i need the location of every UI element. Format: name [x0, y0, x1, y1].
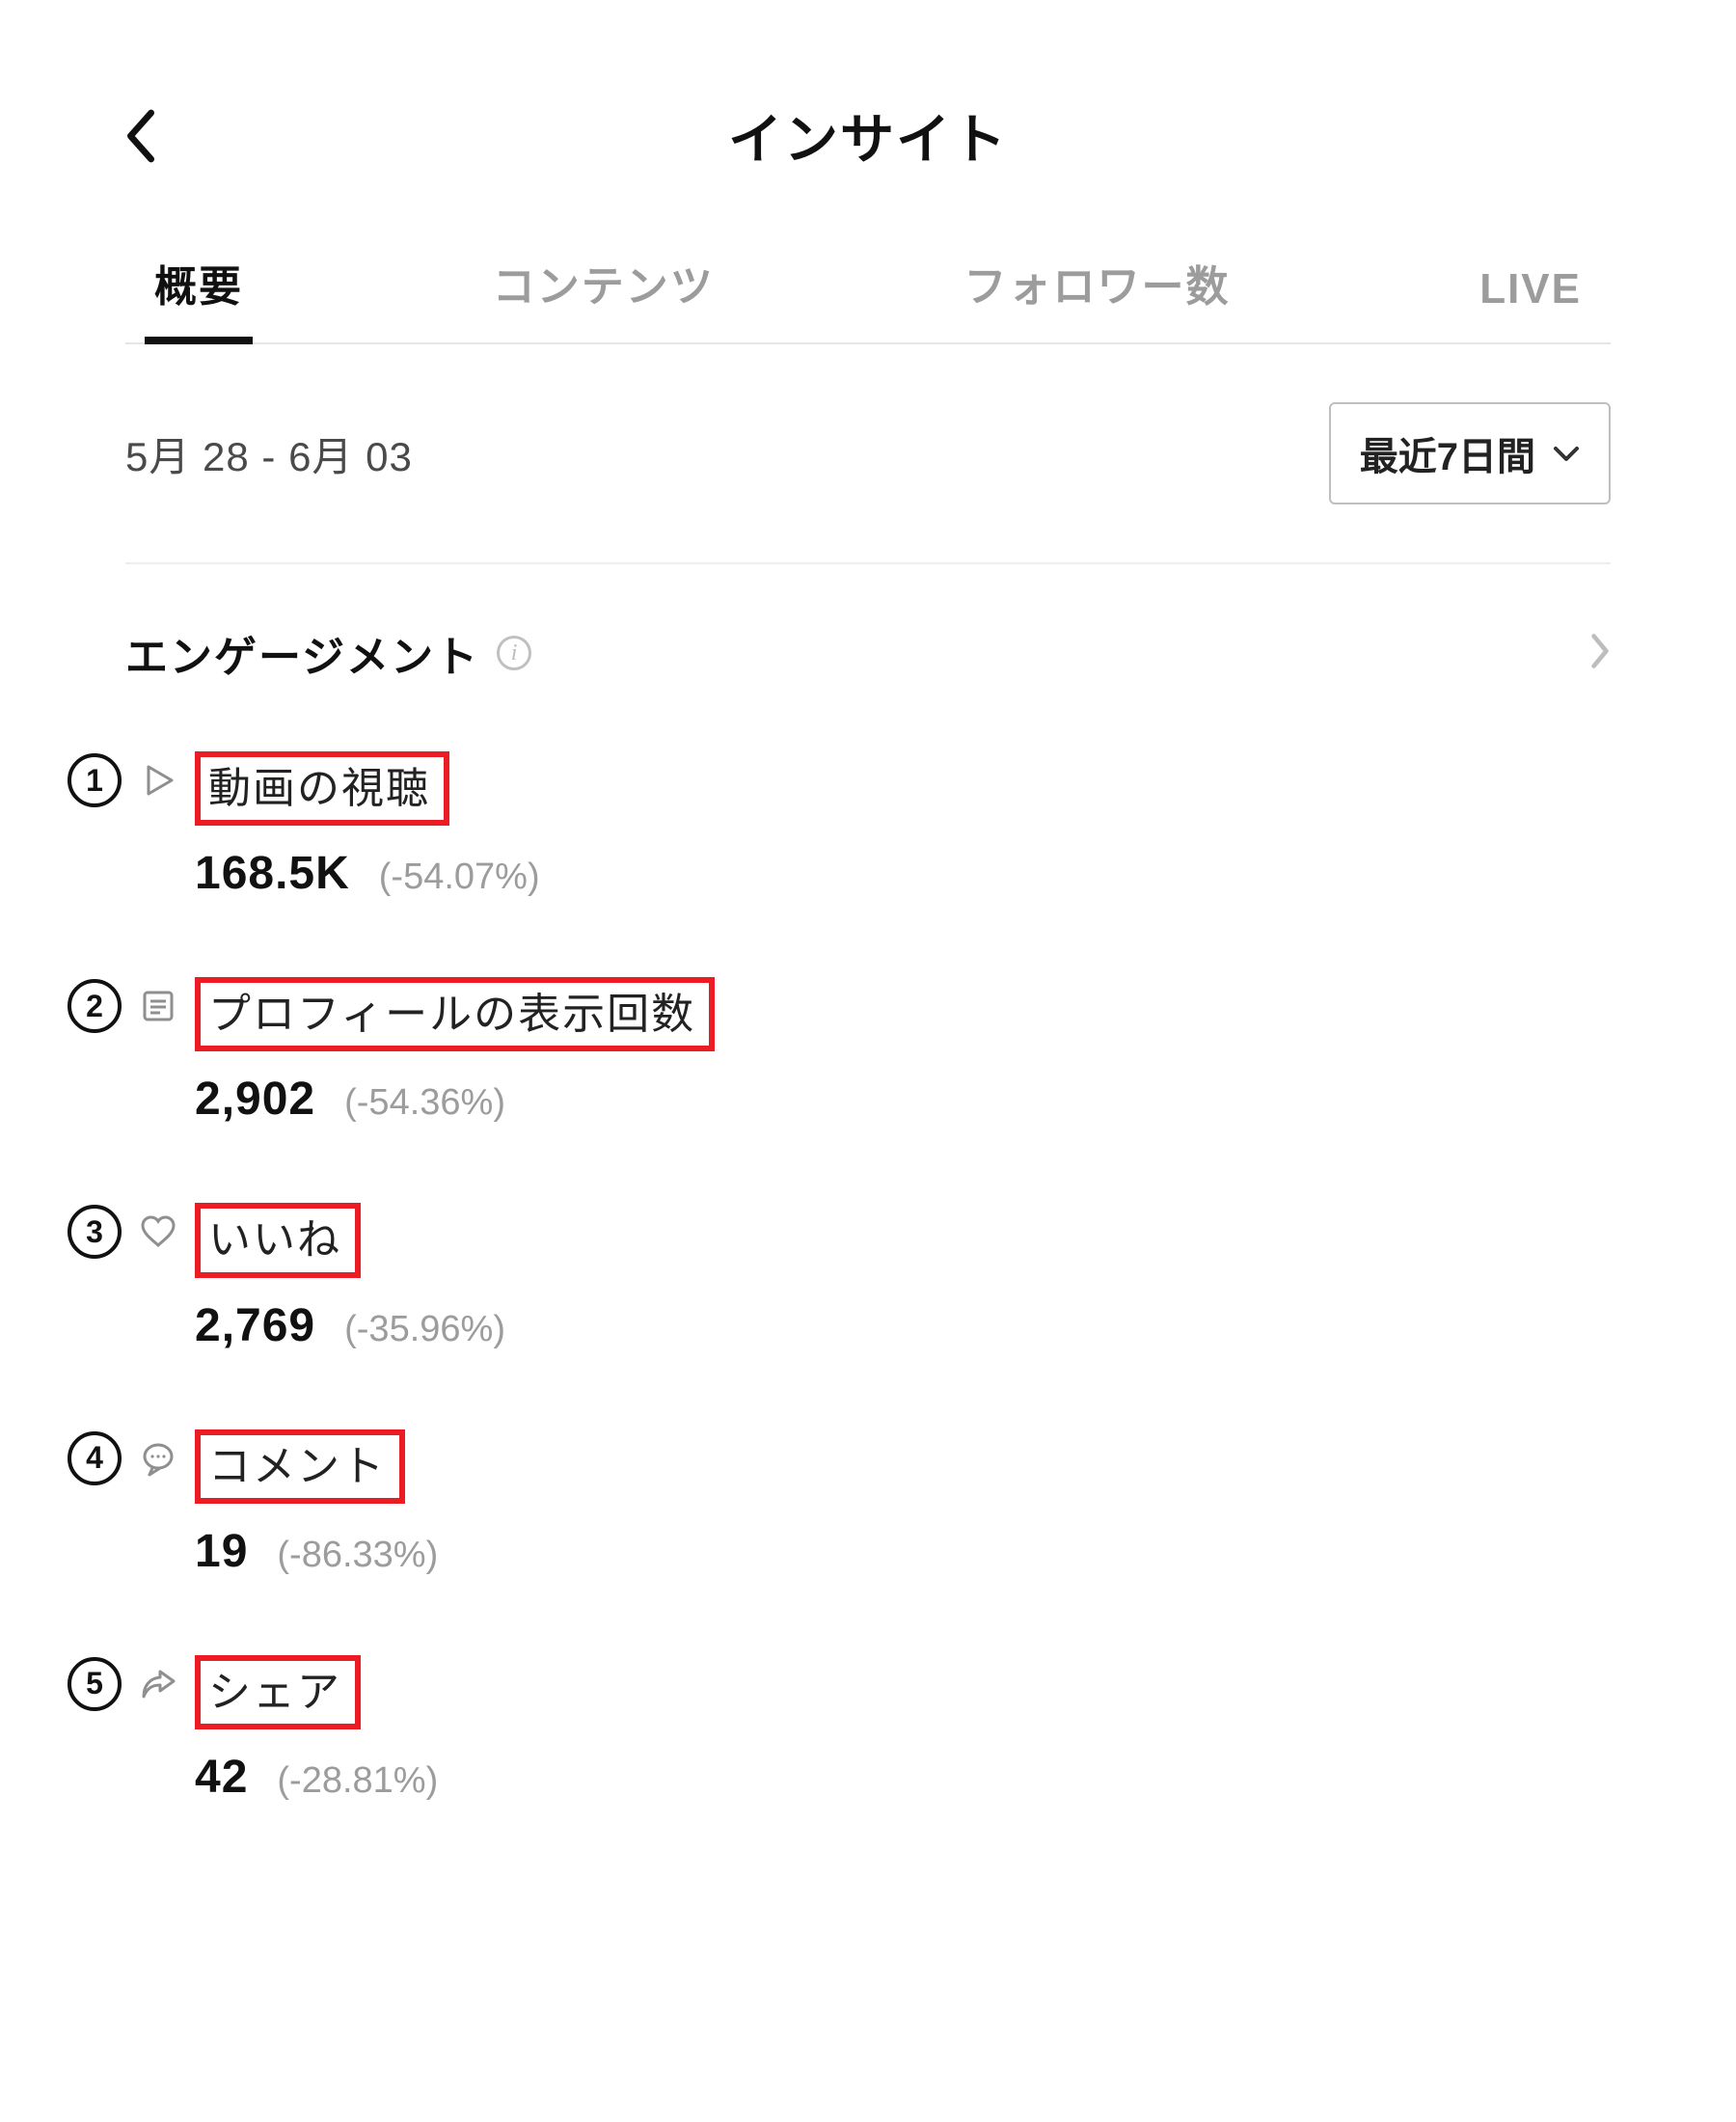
- metric-likes[interactable]: 3 いいね 2,769 (-35.96%): [68, 1203, 1611, 1351]
- metric-label: シェア: [195, 1655, 361, 1729]
- chevron-down-icon: [1553, 445, 1580, 462]
- metric-value: 2,902: [195, 1073, 315, 1126]
- play-icon: [137, 759, 179, 802]
- rank-badge: 5: [68, 1657, 122, 1711]
- metric-shares[interactable]: 5 シェア 42 (-28.81%): [68, 1655, 1611, 1804]
- metric-label: いいね: [195, 1203, 361, 1277]
- metric-label: 動画の視聴: [195, 751, 449, 826]
- metric-value: 42: [195, 1751, 248, 1804]
- metric-delta: (-54.07%): [379, 857, 540, 898]
- metric-delta: (-86.33%): [277, 1535, 438, 1576]
- header: インサイト: [125, 58, 1611, 213]
- section-title: エンゲージメント: [125, 622, 479, 684]
- metric-video-views[interactable]: 1 動画の視聴 168.5K (-54.07%): [68, 751, 1611, 900]
- tab-followers[interactable]: フォロワー数: [954, 232, 1239, 342]
- metrics-list: 1 動画の視聴 168.5K (-54.07%) 2: [68, 751, 1611, 1804]
- tab-content[interactable]: コンテンツ: [483, 232, 724, 342]
- metric-delta: (-28.81%): [277, 1760, 438, 1802]
- metric-comments[interactable]: 4 コメント 19 (-86.33%): [68, 1429, 1611, 1578]
- metric-profile-views[interactable]: 2 プロフィールの表示回数 2,902 (-54.36%): [68, 977, 1611, 1126]
- rank-badge: 2: [68, 979, 122, 1033]
- date-range-label: 5月 28 - 6月 03: [125, 424, 413, 483]
- rank-badge: 3: [68, 1205, 122, 1259]
- metric-value: 2,769: [195, 1299, 315, 1352]
- tabs: 概要 コンテンツ フォロワー数 LIVE: [125, 232, 1611, 344]
- filter-row: 5月 28 - 6月 03 最近7日間: [125, 344, 1611, 564]
- info-icon[interactable]: i: [497, 636, 531, 670]
- metric-delta: (-54.36%): [344, 1082, 505, 1124]
- share-icon: [137, 1663, 179, 1705]
- metric-label: プロフィールの表示回数: [195, 977, 715, 1051]
- metric-value: 168.5K: [195, 847, 350, 900]
- tab-live[interactable]: LIVE: [1470, 246, 1591, 342]
- date-range-selected: 最近7日間: [1360, 425, 1535, 481]
- comment-icon: [137, 1437, 179, 1480]
- rank-badge: 4: [68, 1431, 122, 1485]
- profile-icon: [137, 985, 179, 1027]
- rank-badge: 1: [68, 753, 122, 807]
- date-range-select[interactable]: 最近7日間: [1329, 402, 1611, 504]
- chevron-right-icon: [1589, 632, 1611, 675]
- metric-delta: (-35.96%): [344, 1309, 505, 1350]
- metric-value: 19: [195, 1525, 248, 1578]
- engagement-section-header[interactable]: エンゲージメント i: [125, 564, 1611, 694]
- page-title: インサイト: [125, 96, 1611, 175]
- metric-label: コメント: [195, 1429, 405, 1504]
- heart-icon: [137, 1211, 179, 1253]
- tab-overview[interactable]: 概要: [145, 232, 253, 342]
